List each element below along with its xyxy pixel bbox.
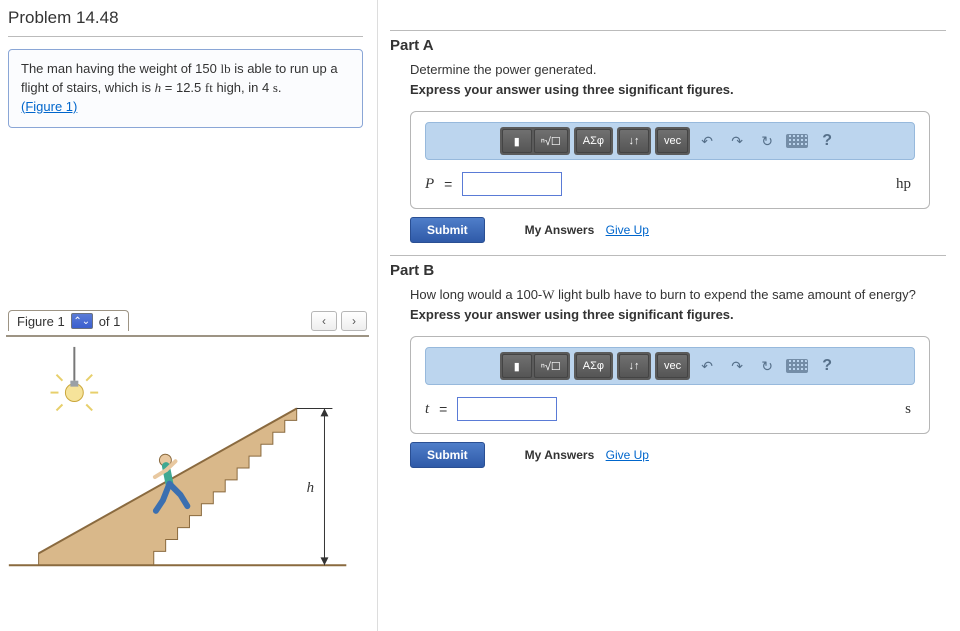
figure-of-label: of 1 xyxy=(99,314,121,329)
figure-tab-label: Figure 1 xyxy=(17,314,65,329)
help-button[interactable]: ? xyxy=(814,129,840,153)
intro-text: = 12.5 xyxy=(161,80,205,95)
keyboard-button[interactable] xyxy=(784,129,810,153)
figure-next-button[interactable]: › xyxy=(341,311,367,331)
my-answers-label: My Answers xyxy=(525,223,595,237)
redo-button[interactable]: ↷ xyxy=(724,354,750,378)
equals-sign: = xyxy=(444,176,452,192)
intro-text: The man having the weight of 150 xyxy=(21,61,220,76)
give-up-link-a[interactable]: Give Up xyxy=(606,223,649,237)
figure-tab[interactable]: Figure 1 ⌃⌄ of 1 xyxy=(8,310,129,331)
submit-button-a[interactable]: Submit xyxy=(410,217,485,243)
problem-intro: The man having the weight of 150 lb is a… xyxy=(8,49,363,128)
figure-prev-button[interactable]: ‹ xyxy=(311,311,337,331)
prompt-b-text: light bulb have to burn to expend the sa… xyxy=(555,287,916,302)
problem-title: Problem 14.48 xyxy=(8,8,363,37)
submit-button-b[interactable]: Submit xyxy=(410,442,485,468)
intro-unit-ft: ft xyxy=(205,80,213,95)
vec-button[interactable]: vec xyxy=(657,129,688,153)
part-b-sigfig: Express your answer using three signific… xyxy=(390,305,946,325)
prompt-b-unit: W xyxy=(542,287,554,302)
prompt-b-text: How long would a 100- xyxy=(410,287,542,302)
part-b-prompt: How long would a 100-W light bulb have t… xyxy=(390,285,946,305)
equals-sign: = xyxy=(439,401,447,417)
vec-button[interactable]: vec xyxy=(657,354,688,378)
figure-link[interactable]: (Figure 1) xyxy=(21,99,77,114)
undo-button[interactable]: ↶ xyxy=(694,354,720,378)
help-button[interactable]: ? xyxy=(814,354,840,378)
answer-input-a[interactable] xyxy=(462,172,562,196)
part-a-sigfig: Express your answer using three signific… xyxy=(390,80,946,100)
keyboard-icon xyxy=(786,134,808,148)
reset-button[interactable]: ↻ xyxy=(754,354,780,378)
equation-toolbar: ▮ ⁿ√☐ ΑΣφ ↓↑ vec ↶ ↷ ↻ ? xyxy=(425,347,915,385)
my-answers-label: My Answers xyxy=(525,448,595,462)
undo-button[interactable]: ↶ xyxy=(694,129,720,153)
redo-button[interactable]: ↷ xyxy=(724,129,750,153)
part-a-prompt: Determine the power generated. xyxy=(390,60,946,80)
keyboard-button[interactable] xyxy=(784,354,810,378)
equation-toolbar: ▮ ⁿ√☐ ΑΣφ ↓↑ vec ↶ ↷ ↻ ? xyxy=(425,122,915,160)
var-label-a: P xyxy=(425,176,434,193)
greek-button[interactable]: ΑΣφ xyxy=(576,129,611,153)
unit-label-a: hp xyxy=(896,176,915,193)
unit-label-b: s xyxy=(905,401,915,418)
subsup-button[interactable]: ↓↑ xyxy=(619,129,649,153)
answer-widget-b: ▮ ⁿ√☐ ΑΣφ ↓↑ vec ↶ ↷ ↻ ? t xyxy=(410,336,930,434)
subsup-button[interactable]: ↓↑ xyxy=(619,354,649,378)
part-b-heading: Part B xyxy=(390,255,946,279)
reset-button[interactable]: ↻ xyxy=(754,129,780,153)
part-a-heading: Part A xyxy=(390,30,946,54)
intro-text: . xyxy=(278,80,282,95)
template-button[interactable]: ▮ xyxy=(502,129,532,153)
sqrt-button[interactable]: ⁿ√☐ xyxy=(534,129,568,153)
answer-input-b[interactable] xyxy=(457,397,557,421)
intro-unit-lb: lb xyxy=(220,61,230,76)
figure-select[interactable]: ⌃⌄ xyxy=(71,313,93,329)
sqrt-button[interactable]: ⁿ√☐ xyxy=(534,354,568,378)
figure-label-h: h xyxy=(307,480,314,496)
give-up-link-b[interactable]: Give Up xyxy=(606,448,649,462)
keyboard-icon xyxy=(786,359,808,373)
template-button[interactable]: ▮ xyxy=(502,354,532,378)
figure-canvas: h xyxy=(6,335,369,605)
greek-button[interactable]: ΑΣφ xyxy=(576,354,611,378)
answer-widget-a: ▮ ⁿ√☐ ΑΣφ ↓↑ vec ↶ ↷ ↻ ? P xyxy=(410,111,930,209)
intro-text: high, in 4 xyxy=(213,80,273,95)
var-label-b: t xyxy=(425,401,429,418)
